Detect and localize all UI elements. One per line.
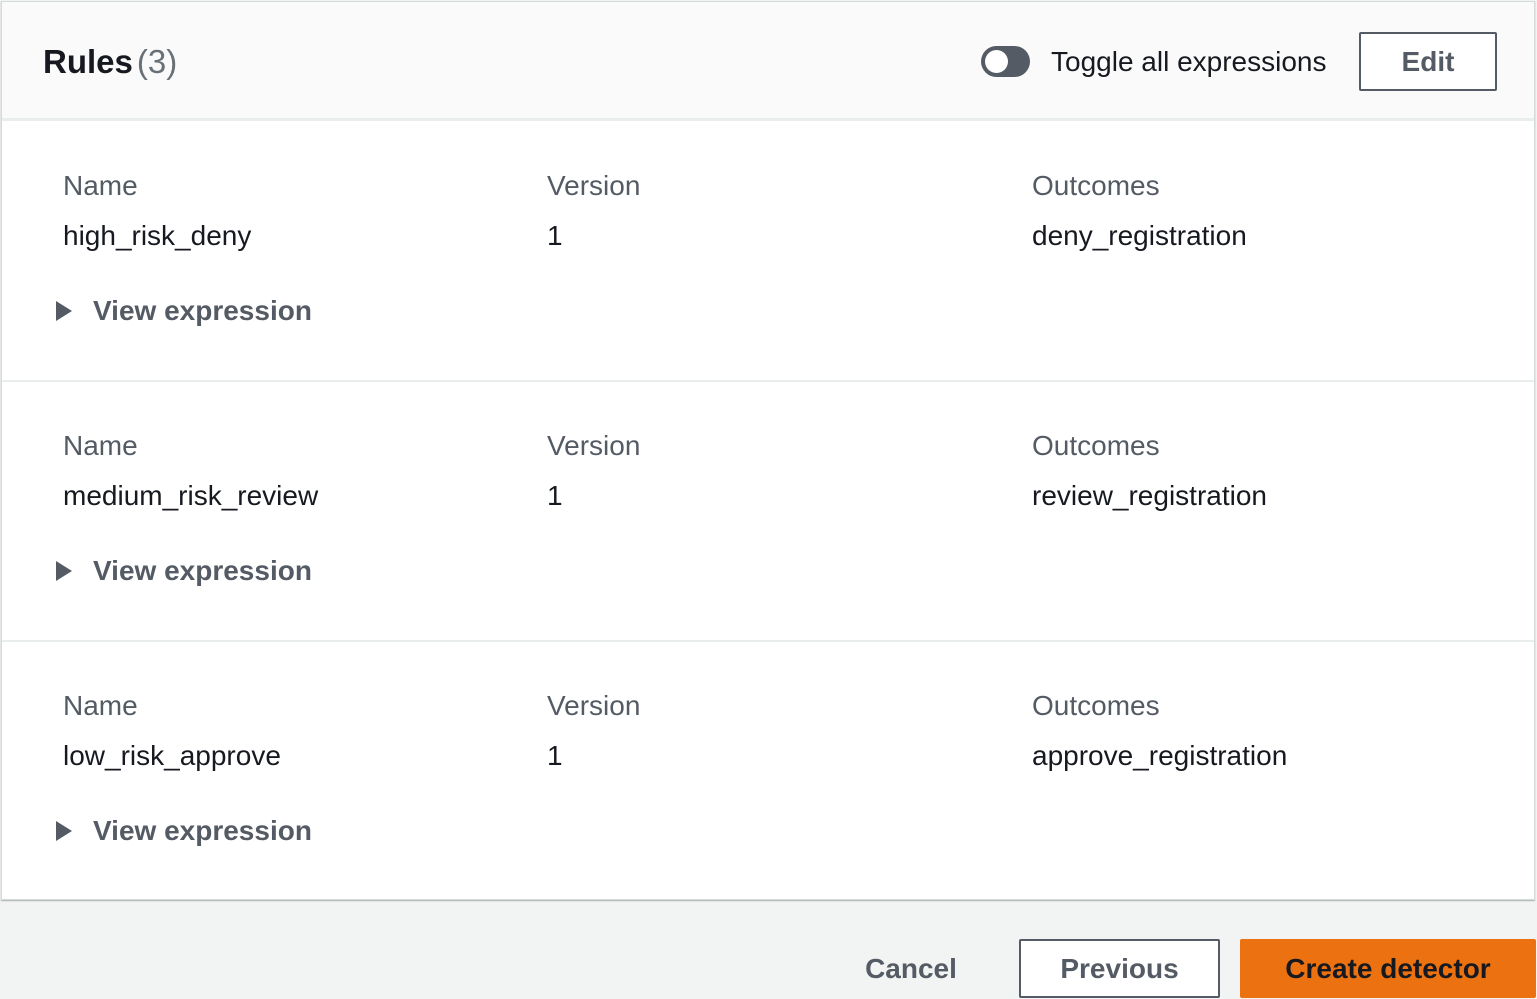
name-label: Name <box>63 690 138 721</box>
caret-right-icon <box>56 301 72 321</box>
view-expression-expander[interactable]: View expression <box>56 294 312 328</box>
panel-title: Rules (3) <box>43 42 177 82</box>
rule-version: 1 <box>547 220 563 251</box>
rule-item: Name medium_risk_review Version 1 Outcom… <box>2 382 1534 642</box>
version-label: Version <box>547 690 641 721</box>
rule-outcomes: review_registration <box>1032 480 1267 511</box>
view-expression-expander[interactable]: View expression <box>56 814 312 848</box>
rule-version: 1 <box>547 740 563 771</box>
name-label: Name <box>63 430 138 461</box>
rule-outcomes: deny_registration <box>1032 220 1247 251</box>
view-expression-expander[interactable]: View expression <box>56 554 312 588</box>
version-label: Version <box>547 170 641 201</box>
previous-button[interactable]: Previous <box>1019 939 1220 998</box>
toggle-all-expressions-switch[interactable] <box>981 46 1030 77</box>
outcomes-label: Outcomes <box>1032 430 1160 461</box>
panel-title-text: Rules <box>43 43 133 80</box>
create-detector-button[interactable]: Create detector <box>1240 939 1536 998</box>
cancel-button[interactable]: Cancel <box>856 939 966 998</box>
outcomes-label: Outcomes <box>1032 170 1160 201</box>
caret-right-icon <box>56 561 72 581</box>
edit-button[interactable]: Edit <box>1359 32 1497 91</box>
rules-count: (3) <box>136 43 178 80</box>
rule-item: Name high_risk_deny Version 1 Outcomes d… <box>2 122 1534 382</box>
toggle-all-expressions-label[interactable]: Toggle all expressions <box>1051 44 1327 80</box>
view-expression-label: View expression <box>93 295 312 326</box>
outcomes-label: Outcomes <box>1032 690 1160 721</box>
caret-right-icon <box>56 821 72 841</box>
rule-name: high_risk_deny <box>63 220 252 251</box>
name-label: Name <box>63 170 138 201</box>
view-expression-label: View expression <box>93 815 312 846</box>
rule-name: medium_risk_review <box>63 480 319 511</box>
version-label: Version <box>547 430 641 461</box>
rule-name: low_risk_approve <box>63 740 281 771</box>
toggle-knob <box>985 50 1008 73</box>
panel-header: Rules (3) Toggle all expressions Edit <box>2 2 1534 121</box>
rule-version: 1 <box>547 480 563 511</box>
rule-outcomes: approve_registration <box>1032 740 1288 771</box>
rules-panel: Rules (3) Toggle all expressions Edit Nam… <box>1 1 1535 900</box>
view-expression-label: View expression <box>93 555 312 586</box>
rule-item: Name low_risk_approve Version 1 Outcomes… <box>2 642 1534 902</box>
